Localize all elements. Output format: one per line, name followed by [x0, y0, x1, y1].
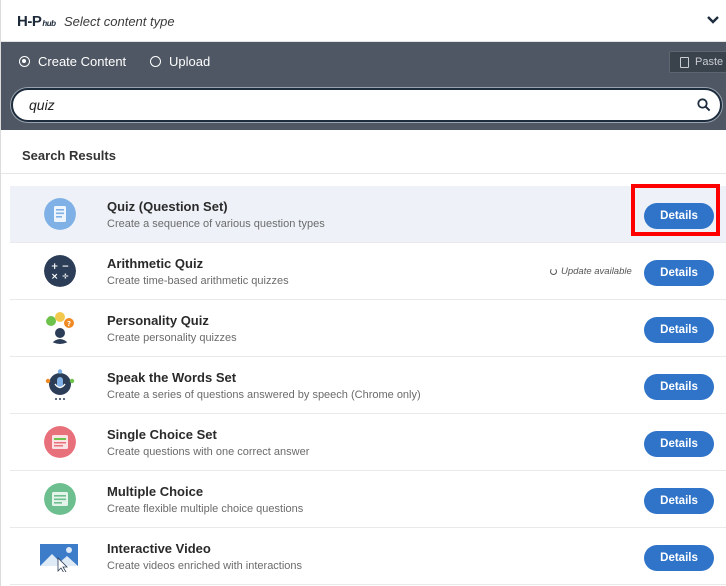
question-set-icon	[44, 198, 76, 230]
details-button[interactable]: Details	[644, 317, 714, 343]
hub-header[interactable]: H-Phub Select content type	[1, 0, 726, 42]
logo-text: H-P	[17, 13, 42, 30]
details-button[interactable]: Details	[644, 374, 714, 400]
result-row-quiz-question-set[interactable]: Quiz (Question Set) Create a sequence of…	[10, 186, 726, 243]
update-available-badge[interactable]: Update available	[550, 266, 632, 277]
result-title: Arithmetic Quiz	[107, 256, 204, 271]
chevron-down-icon[interactable]	[706, 14, 720, 26]
svg-text:× ÷: × ÷	[51, 272, 69, 282]
result-row-personality-quiz[interactable]: ? Personality Quiz Create personality qu…	[10, 300, 726, 357]
clipboard-icon	[680, 56, 689, 68]
result-description: Create time-based arithmetic quizzes	[107, 275, 289, 287]
paste-button[interactable]: Paste	[669, 51, 726, 73]
radio-unselected-icon[interactable]	[150, 56, 161, 67]
h5p-hub: H-Phub Select content type Create Conten…	[0, 0, 726, 586]
result-description: Create questions with one correct answer	[107, 446, 310, 458]
tab-bar: Create Content Upload	[1, 42, 726, 80]
interactive-video-icon	[40, 544, 78, 572]
results-heading: Search Results	[22, 148, 116, 163]
multiple-choice-icon	[44, 483, 76, 515]
svg-text:?: ?	[67, 320, 71, 328]
single-choice-icon	[44, 426, 76, 458]
paste-label: Paste	[695, 56, 724, 68]
radio-selected-icon[interactable]	[19, 56, 30, 67]
svg-text:+ −: + −	[51, 262, 69, 272]
result-row-arithmetic-quiz[interactable]: + − × ÷ Arithmetic Quiz Create time-based…	[10, 243, 726, 300]
logo-sub: hub	[42, 19, 56, 28]
result-row-single-choice-set[interactable]: Single Choice Set Create questions with …	[10, 414, 726, 471]
result-title: Speak the Words Set	[107, 370, 237, 385]
details-button[interactable]: Details	[644, 203, 714, 229]
result-description: Create flexible multiple choice question…	[107, 503, 304, 515]
results-header: Search Results	[1, 130, 726, 174]
result-title: Personality Quiz	[107, 313, 209, 328]
result-row-multiple-choice[interactable]: Multiple Choice Create flexible multiple…	[10, 471, 726, 528]
details-button[interactable]: Details	[644, 488, 714, 514]
result-row-interactive-video[interactable]: Interactive Video Create videos enriched…	[10, 528, 726, 585]
result-title: Interactive Video	[107, 541, 211, 556]
search-icon[interactable]	[697, 98, 711, 112]
search-box[interactable]	[11, 88, 722, 122]
refresh-icon	[550, 268, 557, 275]
details-button[interactable]: Details	[644, 545, 714, 571]
result-title: Single Choice Set	[107, 427, 217, 442]
personality-icon: ?	[46, 312, 74, 344]
arithmetic-icon: + −× ÷	[44, 255, 76, 287]
update-text: Update available	[561, 266, 632, 277]
tab-upload-label: Upload	[169, 54, 211, 69]
h5p-hub-logo: H-Phub	[17, 13, 56, 30]
result-description: Create videos enriched with interactions	[107, 560, 303, 572]
result-description: Create a sequence of various question ty…	[107, 218, 325, 230]
details-button[interactable]: Details	[644, 431, 714, 457]
result-row-speak-the-words-set[interactable]: Speak the Words Set Create a series of q…	[10, 357, 726, 414]
search-input[interactable]	[29, 96, 669, 114]
result-title: Multiple Choice	[107, 484, 204, 499]
tab-create-content[interactable]: Create Content	[19, 54, 126, 69]
tab-upload[interactable]: Upload	[150, 54, 210, 69]
microphone-icon	[45, 369, 75, 400]
result-description: Create a series of questions answered by…	[107, 389, 421, 401]
details-button[interactable]: Details	[644, 260, 714, 286]
header-title: Select content type	[64, 14, 175, 29]
result-title: Quiz (Question Set)	[107, 199, 228, 214]
tab-create-label: Create Content	[38, 54, 127, 69]
result-description: Create personality quizzes	[107, 332, 237, 344]
